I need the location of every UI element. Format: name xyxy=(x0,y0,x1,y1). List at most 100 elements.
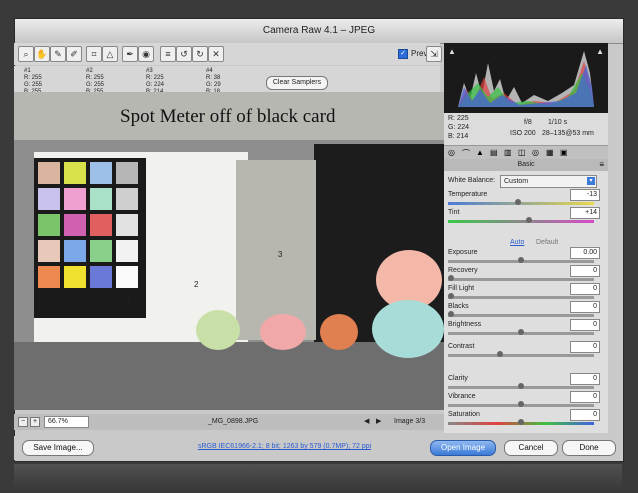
slider-knob[interactable] xyxy=(518,401,524,407)
white-balance-select[interactable]: Custom ▾ xyxy=(500,175,597,188)
save-image-button[interactable]: Save Image... xyxy=(22,440,94,456)
control-slider[interactable] xyxy=(448,419,594,425)
control-label: Fill Light xyxy=(448,285,475,292)
control-value-field[interactable]: +14 xyxy=(570,207,600,219)
tab-detail-icon[interactable]: ▲ xyxy=(476,148,484,157)
delete-icon[interactable]: ✕ xyxy=(208,46,224,62)
control-slider[interactable] xyxy=(448,401,594,407)
window-reflection xyxy=(14,464,622,489)
control-value-field[interactable]: 0 xyxy=(570,391,600,403)
info-r: R: 225 xyxy=(448,115,469,122)
control-value-field[interactable]: 0 xyxy=(570,319,600,331)
slider-knob[interactable] xyxy=(448,293,454,299)
slider-knob[interactable] xyxy=(518,419,524,425)
color-patch xyxy=(64,240,86,262)
tab-split-toning-icon[interactable]: ▥ xyxy=(504,148,512,157)
sampler-marker-2[interactable]: 2 xyxy=(194,280,198,289)
panel-menu-icon[interactable]: ≡ xyxy=(599,160,604,169)
info-lens: 28–135@53 mm xyxy=(542,130,594,137)
slider-knob[interactable] xyxy=(448,275,454,281)
zoom-out-icon[interactable]: − xyxy=(18,417,28,427)
control-value-field[interactable]: 0 xyxy=(570,301,600,313)
sampler-3-r: R: 225 xyxy=(146,75,164,81)
open-image-button[interactable]: Open Image xyxy=(430,440,496,456)
sampler-2-g: G: 255 xyxy=(86,82,105,88)
control-label: Vibrance xyxy=(448,393,476,400)
slider-knob[interactable] xyxy=(526,217,533,223)
color-patch xyxy=(38,240,60,262)
histogram: ▲ ▲ xyxy=(444,43,608,113)
control-slider[interactable] xyxy=(448,199,594,205)
control-value-field[interactable]: 0 xyxy=(570,283,600,295)
shadow-clipping-icon[interactable]: ▲ xyxy=(448,47,456,56)
orange-egg xyxy=(320,314,358,350)
color-patch xyxy=(116,214,138,236)
next-image-icon[interactable]: ▶ xyxy=(376,417,381,425)
tab-hsl-icon[interactable]: ▤ xyxy=(490,148,498,157)
control-slider[interactable] xyxy=(448,257,594,263)
control-slider[interactable] xyxy=(448,329,594,335)
control-value-field[interactable]: 0 xyxy=(570,341,600,353)
color-patch xyxy=(116,188,138,210)
slider-knob[interactable] xyxy=(448,311,454,317)
clear-samplers-button[interactable]: Clear Samplers xyxy=(266,76,328,90)
control-slider[interactable] xyxy=(448,351,594,357)
color-sampler-tool-icon[interactable]: ✐ xyxy=(66,46,82,62)
zoom-in-icon[interactable]: + xyxy=(30,417,40,427)
color-patch xyxy=(116,162,138,184)
table-surface xyxy=(14,342,444,410)
sampler-marker-1[interactable]: 1 xyxy=(126,297,130,306)
retouch-tool-icon[interactable]: ✒ xyxy=(122,46,138,62)
zoom-level-select[interactable]: 66.7% xyxy=(44,416,89,428)
slider-knob[interactable] xyxy=(515,199,522,205)
pixel-info: R: 225 G: 224 B: 214 f/8 1/10 s ISO 200 … xyxy=(444,113,608,145)
tab-snapshots-icon[interactable]: ▣ xyxy=(560,148,568,157)
tab-presets-icon[interactable]: ▦ xyxy=(546,148,554,157)
control-value-field[interactable]: 0.00 xyxy=(570,247,600,259)
control-value-field[interactable]: 0 xyxy=(570,265,600,277)
auto-link[interactable]: Auto xyxy=(510,239,524,246)
zoom-tool-icon[interactable]: ⌕ xyxy=(18,46,34,62)
white-balance-tool-icon[interactable]: ✎ xyxy=(50,46,66,62)
tab-tone-curve-icon[interactable]: ⌒ xyxy=(462,148,470,159)
tab-basic-icon[interactable]: ◎ xyxy=(448,148,455,157)
info-iso: ISO 200 xyxy=(510,130,536,137)
crop-tool-icon[interactable]: ⌗ xyxy=(86,46,102,62)
preview-status-bar: − + 66.7% _MG_0898.JPG ◀ ▶ Image 3/3 xyxy=(14,414,444,430)
control-slider[interactable] xyxy=(448,311,594,317)
tab-lens-icon[interactable]: ◫ xyxy=(518,148,526,157)
fullscreen-icon[interactable]: ⇲ xyxy=(426,46,442,62)
hand-tool-icon[interactable]: ✋ xyxy=(34,46,50,62)
preferences-icon[interactable]: ≡ xyxy=(160,46,176,62)
control-value-field[interactable]: -13 xyxy=(570,189,600,201)
control-label: Exposure xyxy=(448,249,478,256)
control-slider[interactable] xyxy=(448,293,594,299)
sampler-marker-3[interactable]: 3 xyxy=(278,250,282,259)
rotate-right-icon[interactable]: ↻ xyxy=(192,46,208,62)
highlight-clipping-icon[interactable]: ▲ xyxy=(596,47,604,56)
color-patch xyxy=(64,266,86,288)
tab-camera-calibration-icon[interactable]: ◎ xyxy=(532,148,539,157)
control-slider[interactable] xyxy=(448,383,594,389)
done-button[interactable]: Done xyxy=(562,440,616,456)
control-value-field[interactable]: 0 xyxy=(570,409,600,421)
info-shutter: 1/10 s xyxy=(548,119,568,126)
default-link[interactable]: Default xyxy=(536,239,558,246)
control-value-field[interactable]: 0 xyxy=(570,373,600,385)
slider-knob[interactable] xyxy=(518,257,524,263)
slider-knob[interactable] xyxy=(518,329,524,335)
red-eye-tool-icon[interactable]: ◉ xyxy=(138,46,154,62)
slider-knob[interactable] xyxy=(518,383,524,389)
rotate-left-icon[interactable]: ↺ xyxy=(176,46,192,62)
cancel-button[interactable]: Cancel xyxy=(504,440,558,456)
control-slider[interactable] xyxy=(448,275,594,281)
workflow-options-link[interactable]: sRGB IEC61966-2.1; 8 bit; 1263 by 579 (0… xyxy=(198,443,371,450)
control-label: Brightness xyxy=(448,321,482,328)
straighten-tool-icon[interactable]: △ xyxy=(102,46,118,62)
slider-knob[interactable] xyxy=(497,351,503,357)
footer-bar: Save Image... sRGB IEC61966-2.1; 8 bit; … xyxy=(14,436,622,460)
image-preview[interactable]: 1 2 3 4 Spot Meter off of black card xyxy=(14,92,444,410)
control-slider[interactable] xyxy=(448,217,594,223)
sampler-marker-4[interactable]: 4 xyxy=(370,212,374,221)
prev-image-icon[interactable]: ◀ xyxy=(364,417,369,425)
